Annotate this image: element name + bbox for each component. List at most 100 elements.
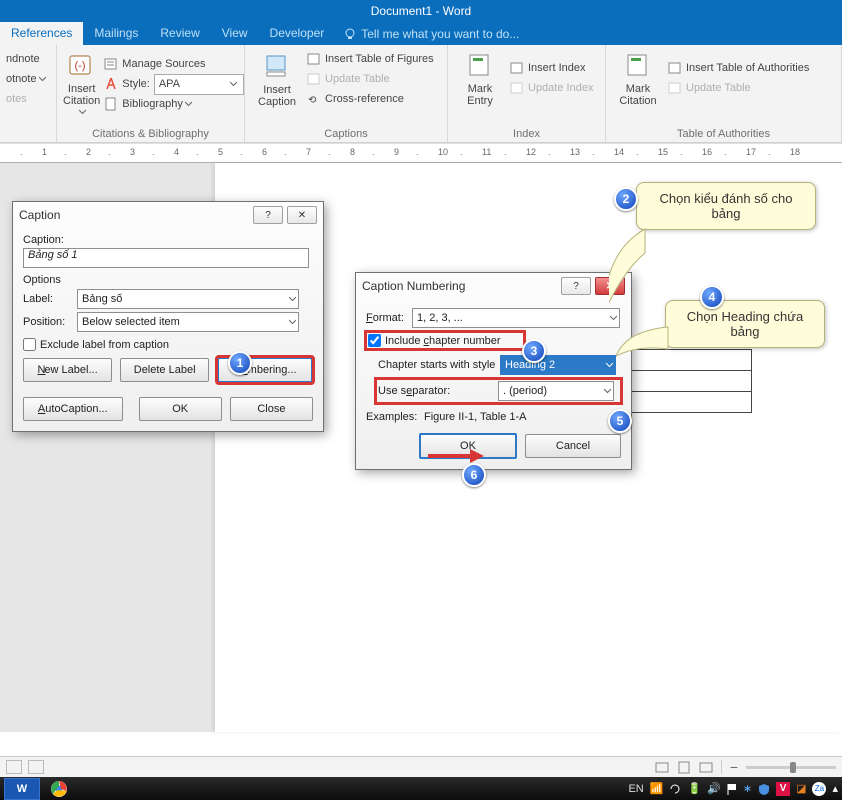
chrome-icon[interactable] [42, 779, 76, 799]
tray-icon[interactable]: ◪ [796, 782, 806, 795]
step-badge-2: 2 [614, 187, 638, 211]
shield-icon[interactable] [758, 783, 770, 795]
callout-numbering-style: Chọn kiểu đánh số cho bảng [636, 182, 816, 230]
group-citations-label: Citations & Bibliography [63, 128, 238, 140]
insert-toa-button[interactable]: Insert Table of Authorities [668, 58, 809, 78]
dialog-caption-numbering: Caption Numbering ? ✕ Format: 1, 2, 3, .… [355, 272, 632, 470]
flag-icon[interactable] [727, 783, 737, 795]
language-indicator[interactable]: EN [628, 783, 643, 795]
bluetooth-icon[interactable]: ∗ [743, 782, 752, 795]
insert-table-of-figures-button[interactable]: Insert Table of Figures [307, 49, 434, 69]
zoom-slider[interactable] [746, 766, 836, 769]
tab-mailings[interactable]: Mailings [83, 22, 149, 45]
sync-icon[interactable] [669, 783, 681, 795]
step-badge-6: 6 [462, 463, 486, 487]
options-label: Options [23, 274, 313, 286]
svg-text:(-): (-) [74, 60, 85, 72]
vivaldi-icon[interactable]: V [776, 782, 790, 796]
chapter-style-dropdown[interactable]: Heading 2 [500, 355, 616, 375]
caption-input[interactable]: Bảng số 1 [23, 248, 309, 268]
bibliography-button[interactable]: Bibliography [104, 94, 244, 114]
dialog-caption-titlebar[interactable]: Caption ? ✕ [13, 202, 323, 228]
mark-entry-icon [464, 49, 496, 81]
dialog-caption-title: Caption [19, 208, 60, 222]
system-tray[interactable]: EN 📶 🔋 🔊 ∗ V ◪ Za ▴ [628, 782, 838, 796]
caption-close-button[interactable]: Close [230, 397, 313, 421]
next-footnote-button[interactable]: otnote [6, 69, 50, 89]
tell-me-label: Tell me what you want to do... [361, 27, 519, 41]
callout-tail-icon [616, 321, 671, 361]
volume-icon[interactable]: 🔊 [707, 782, 721, 795]
position-dropdown[interactable]: Below selected item [77, 312, 299, 332]
insert-caption-button[interactable]: Insert Caption [251, 50, 303, 108]
mark-citation-icon [622, 49, 654, 81]
help-button[interactable]: ? [253, 206, 283, 224]
show-hidden-icons[interactable]: ▴ [832, 782, 838, 795]
label-dropdown[interactable]: Bảng số [77, 289, 299, 309]
tab-references[interactable]: References [0, 22, 83, 45]
insert-index-icon [510, 61, 524, 75]
tab-view[interactable]: View [211, 22, 259, 45]
tab-review[interactable]: Review [149, 22, 210, 45]
ribbon: ndnote otnote otes (-) Insert Citation M… [0, 45, 842, 143]
tab-developer[interactable]: Developer [259, 22, 336, 45]
help-button[interactable]: ? [561, 277, 591, 295]
insert-index-button[interactable]: Insert Index [510, 58, 593, 78]
close-icon[interactable]: ✕ [287, 206, 317, 224]
show-notes-button[interactable]: otes [6, 89, 50, 109]
step-badge-5: 5 [608, 409, 632, 433]
update-table-captions-button[interactable]: Update Table [307, 69, 434, 89]
include-chapter-label: Include chapter number [385, 335, 501, 347]
document-area: Chọn kiểu đánh số cho bảng Chọn Heading … [0, 163, 842, 732]
cross-reference-button[interactable]: ⟲ Cross-reference [307, 89, 434, 109]
mark-entry-button[interactable]: Mark Entry [454, 49, 506, 107]
update-table-toa-button[interactable]: Update Table [668, 78, 809, 98]
web-layout-icon[interactable] [699, 760, 713, 774]
mark-citation-button[interactable]: Mark Citation [612, 49, 664, 107]
callout-heading: Chọn Heading chứa bảng [665, 300, 825, 348]
read-mode-icon[interactable] [655, 760, 669, 774]
new-label-button[interactable]: New Label... [23, 358, 112, 382]
format-dropdown[interactable]: 1, 2, 3, ... [412, 308, 620, 328]
exclude-label-checkbox[interactable] [23, 338, 36, 351]
style-dropdown[interactable]: APA [154, 74, 244, 95]
delete-label-button[interactable]: Delete Label [120, 358, 209, 382]
title-bar: Document1 - Word [0, 0, 842, 22]
print-layout-icon[interactable] [677, 760, 691, 774]
step-badge-4: 4 [700, 285, 724, 309]
battery-icon[interactable]: 🔋 [687, 782, 701, 795]
word-icon[interactable]: W [4, 778, 40, 800]
step-badge-3: 3 [522, 339, 546, 363]
dialog-numbering-titlebar[interactable]: Caption Numbering ? ✕ [356, 273, 631, 299]
numbering-cancel-button[interactable]: Cancel [525, 434, 621, 458]
status-icon[interactable] [28, 760, 44, 774]
examples-label: Examples: [366, 411, 424, 423]
zoom-out-button[interactable]: − [730, 759, 738, 775]
separator-dropdown[interactable]: . (period) [498, 381, 614, 401]
caption-ok-button[interactable]: OK [139, 397, 222, 421]
zalo-icon[interactable]: Za [812, 782, 826, 796]
svg-text:⟲: ⟲ [308, 95, 317, 106]
dialog-numbering-title: Caption Numbering [362, 279, 465, 293]
wifi-icon[interactable]: 📶 [650, 782, 664, 795]
bibliography-icon [104, 97, 118, 111]
group-toa-label: Table of Authorities [612, 128, 835, 140]
insert-endnote-button[interactable]: ndnote [6, 49, 50, 69]
status-icon[interactable] [6, 760, 22, 774]
manage-sources-button[interactable]: Manage Sources [104, 54, 244, 74]
position-label: Position: [23, 316, 77, 328]
style-selector[interactable]: Style: APA [104, 74, 244, 94]
insert-citation-button[interactable]: (-) Insert Citation [63, 49, 100, 119]
status-bar: − [0, 756, 842, 777]
callout-tail-icon [609, 223, 649, 323]
document-title: Document1 - Word [371, 4, 471, 18]
group-citations: (-) Insert Citation Manage Sources Style… [57, 45, 245, 142]
ruler[interactable]: .1.2.3.4.5.6.7.8.9.10.11.12.13.14.15.16.… [0, 143, 842, 163]
lightbulb-icon [343, 27, 357, 41]
tell-me[interactable]: Tell me what you want to do... [343, 27, 519, 41]
include-chapter-checkbox[interactable] [368, 334, 381, 347]
autocaption-button[interactable]: AutoCaption... [23, 397, 123, 421]
cross-ref-icon: ⟲ [307, 92, 321, 106]
insert-caption-icon [261, 50, 293, 82]
update-index-button[interactable]: Update Index [510, 78, 593, 98]
